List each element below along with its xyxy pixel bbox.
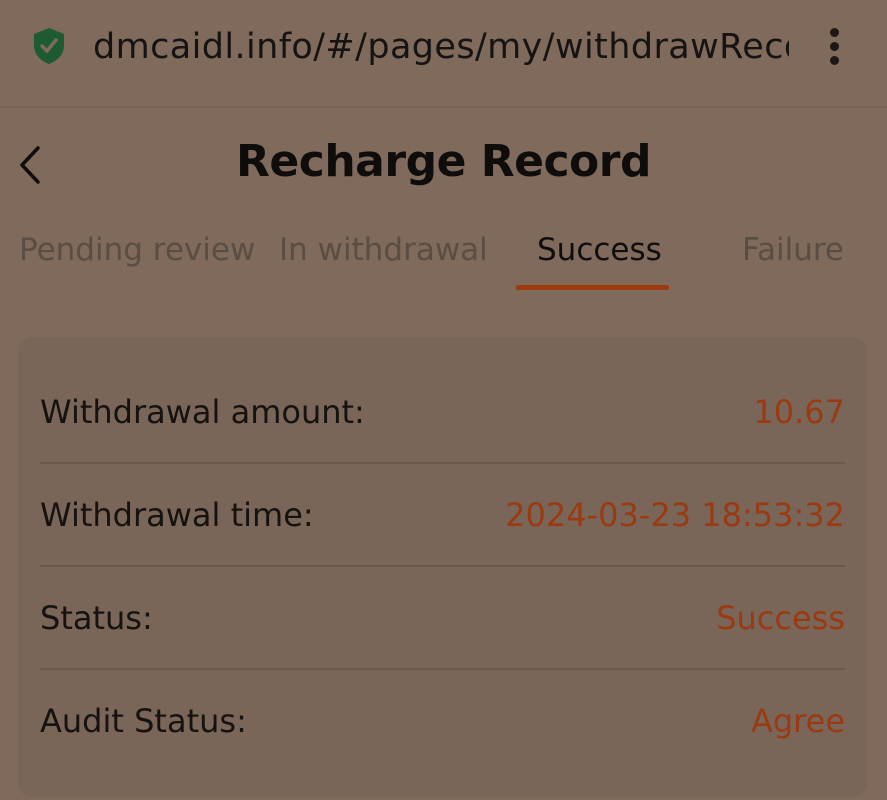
page-title: Recharge Record — [236, 136, 651, 187]
kebab-menu-icon[interactable] — [823, 26, 847, 66]
audit-status-value: Agree — [750, 702, 845, 740]
tab-in-withdrawal[interactable]: In withdrawal — [279, 222, 488, 278]
time-label: Withdrawal time: — [40, 496, 314, 534]
amount-value: 10.67 — [753, 393, 845, 431]
record-row-amount: Withdrawal amount: 10.67 — [40, 361, 845, 464]
amount-label: Withdrawal amount: — [40, 393, 365, 431]
status-value: Success — [716, 599, 845, 637]
audit-status-label: Audit Status: — [40, 702, 247, 740]
page-header: Recharge Record — [0, 108, 887, 208]
status-label: Status: — [40, 599, 153, 637]
tab-success[interactable]: Success — [537, 222, 662, 278]
time-value: 2024-03-23 18:53:32 — [505, 496, 845, 534]
active-tab-indicator — [516, 285, 669, 290]
record-row-status: Status: Success — [40, 567, 845, 670]
tab-failure[interactable]: Failure — [742, 222, 844, 278]
record-row-audit-status: Audit Status: Agree — [40, 670, 845, 773]
browser-url-bar: dmcaidl.info/#/pages/my/withdrawRecord — [0, 0, 887, 108]
url-text[interactable]: dmcaidl.info/#/pages/my/withdrawRecord — [93, 22, 789, 72]
status-tabs: Pending review In withdrawal Success Fai… — [0, 222, 887, 294]
tab-pending-review[interactable]: Pending review — [19, 222, 255, 278]
record-card: Withdrawal amount: 10.67 Withdrawal time… — [18, 337, 867, 797]
record-row-time: Withdrawal time: 2024-03-23 18:53:32 — [40, 464, 845, 567]
shield-check-icon — [32, 27, 66, 65]
